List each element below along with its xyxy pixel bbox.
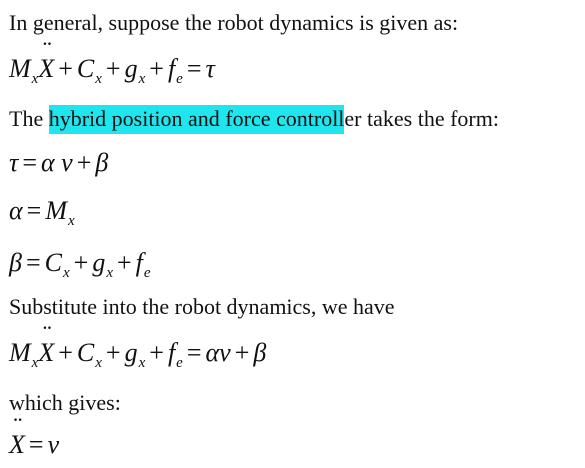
- eq-symbol: C: [76, 54, 95, 83]
- eq-subscript: x: [68, 213, 75, 229]
- eq-operator: +: [105, 54, 121, 83]
- eq-symbol: C: [44, 248, 62, 277]
- eq-symbol: g: [92, 248, 106, 277]
- eq-symbol: αv: [205, 338, 231, 367]
- eq-operator: +: [149, 338, 164, 367]
- eq-symbol: α: [40, 148, 55, 177]
- equation-tau: τ = α v + β: [9, 148, 108, 178]
- gives-text: which gives:: [9, 390, 121, 415]
- equation-result: X=v: [9, 430, 59, 460]
- eq-symbol: M: [9, 338, 31, 367]
- eq-symbol: g: [124, 54, 138, 83]
- eq-symbol-ddot: X: [38, 54, 54, 84]
- eq-operator: =: [28, 430, 44, 459]
- document-page: In general, suppose the robot dynamics i…: [0, 0, 585, 468]
- eq-subscript: x: [62, 265, 70, 281]
- eq-symbol: v: [61, 148, 73, 177]
- eq-symbol: α: [9, 196, 23, 225]
- eq-operator: =: [22, 148, 37, 177]
- eq-symbol: M: [45, 196, 67, 225]
- equation-beta: β = Cx + gx + fe: [9, 248, 151, 288]
- eq-operator: =: [26, 196, 42, 225]
- eq-subscript: x: [95, 355, 102, 371]
- eq-operator: +: [76, 148, 92, 177]
- eq-symbol: τ: [205, 54, 215, 83]
- eq-operator: +: [58, 54, 73, 83]
- eq-operator: =: [186, 338, 202, 367]
- eq-operator: +: [105, 338, 121, 367]
- eq-operator: +: [149, 54, 164, 83]
- controller-sentence: The hybrid position and force controller…: [9, 105, 499, 134]
- equation-dynamics: MxX+Cx+gx+fe=τ: [9, 54, 215, 94]
- eq-symbol: f: [167, 338, 176, 367]
- eq-symbol-ddot: X: [38, 338, 54, 368]
- eq-symbol: g: [124, 338, 138, 367]
- eq-symbol: C: [76, 338, 95, 367]
- eq-symbol: f: [167, 54, 176, 83]
- eq-symbol: τ: [9, 148, 19, 177]
- intro-text: In general, suppose the robot dynamics i…: [9, 10, 459, 35]
- eq-subscript: x: [106, 265, 113, 281]
- eq-symbol: β: [9, 248, 22, 277]
- eq-operator: =: [25, 248, 41, 277]
- eq-operator: +: [116, 248, 132, 277]
- eq-symbol: v: [47, 430, 60, 459]
- eq-subscript: x: [95, 71, 102, 87]
- controller-text-after: er takes the form:: [344, 106, 499, 131]
- eq-symbol: f: [135, 248, 143, 277]
- eq-subscript: e: [143, 265, 151, 281]
- eq-subscript: e: [176, 71, 183, 87]
- eq-symbol: M: [9, 54, 31, 83]
- eq-operator: =: [186, 54, 202, 83]
- eq-operator: +: [234, 338, 250, 367]
- equation-substituted: MxX+Cx+gx+fe=αv+β: [9, 338, 266, 378]
- eq-subscript: e: [176, 355, 183, 371]
- controller-text-before: The: [9, 106, 49, 131]
- substitute-text: Substitute into the robot dynamics, we h…: [9, 294, 395, 319]
- eq-symbol: β: [95, 148, 109, 177]
- eq-symbol: β: [253, 338, 267, 367]
- equation-alpha: α = Mx: [9, 196, 75, 236]
- highlighted-text: hybrid position and force controll: [48, 105, 345, 134]
- eq-symbol-ddot: X: [9, 430, 25, 460]
- eq-operator: +: [58, 338, 73, 367]
- eq-operator: +: [73, 248, 89, 277]
